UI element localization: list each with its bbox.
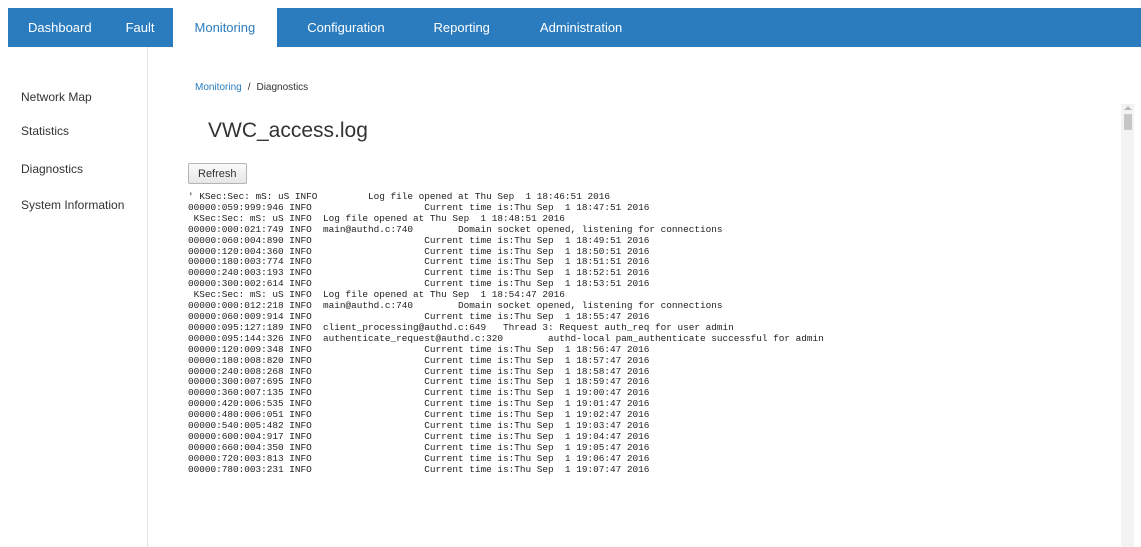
sidebar-item-network-map[interactable]: Network Map (21, 90, 92, 104)
breadcrumb: Monitoring / Diagnostics (195, 82, 308, 93)
sidebar-item-diagnostics[interactable]: Diagnostics (21, 162, 83, 176)
sidebar-item-statistics[interactable]: Statistics (21, 124, 69, 138)
tab-fault[interactable]: Fault (112, 8, 173, 47)
log-line: 00000:780:003:231 INFO Current time is:T… (188, 463, 650, 475)
sidebar-item-system-information[interactable]: System Information (21, 198, 124, 212)
log-line: 00000:060:004:890 INFO Current time is:T… (188, 234, 650, 246)
vertical-scrollbar[interactable] (1121, 104, 1134, 547)
log-line: 00000:120:009:348 INFO Current time is:T… (188, 343, 650, 355)
log-line: 00000:180:008:820 INFO Current time is:T… (188, 354, 650, 366)
breadcrumb-link-monitoring[interactable]: Monitoring (195, 82, 242, 93)
tab-monitoring[interactable]: Monitoring (172, 8, 278, 52)
page-title: VWC_access.log (208, 119, 368, 142)
tab-reporting[interactable]: Reporting (409, 8, 515, 47)
breadcrumb-current: Diagnostics (256, 82, 309, 93)
log-output: ' KSec:Sec: mS: uS INFO Log file opened … (188, 192, 1113, 547)
scroll-up-arrow-icon[interactable] (1124, 106, 1132, 110)
scroll-thumb[interactable] (1124, 114, 1132, 130)
tab-configuration[interactable]: Configuration (277, 8, 408, 47)
refresh-button[interactable]: Refresh (188, 163, 247, 184)
main-content: Monitoring / Diagnostics VWC_access.log Re… (148, 47, 1141, 547)
top-navigation-bar: Dashboard Fault Monitoring Configuration… (8, 8, 1141, 52)
tab-administration[interactable]: Administration (515, 8, 642, 47)
log-line: 00000:000:021:749 INFO main@authd.c:740 … (188, 223, 723, 235)
breadcrumb-separator: / (247, 82, 251, 93)
sidebar: Network Map Statistics Diagnostics Syste… (0, 47, 148, 547)
tab-dashboard[interactable]: Dashboard (8, 8, 112, 47)
